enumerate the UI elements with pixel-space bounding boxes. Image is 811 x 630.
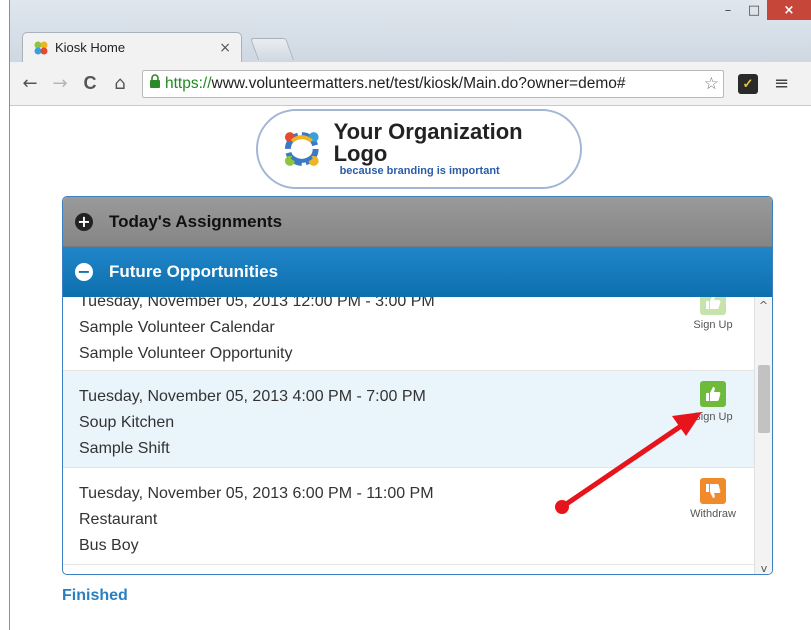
logo-people-icon xyxy=(284,132,319,166)
opportunity-datetime: Tuesday, November 05, 2013 6:00 PM - 11:… xyxy=(79,485,434,502)
opportunity-calendar: Soup Kitchen xyxy=(79,414,175,431)
list-item: Tuesday, November 05, 2013 6:00 PM - 11:… xyxy=(63,468,755,565)
organization-logo: Your Organization Logo because branding … xyxy=(256,109,582,189)
opportunity-role: Sample Volunteer Opportunity xyxy=(79,345,293,362)
scroll-down-icon[interactable]: v xyxy=(755,560,772,575)
withdraw-button[interactable]: Withdraw xyxy=(683,478,743,520)
opportunity-role: Sample Shift xyxy=(79,440,170,457)
tab-title: Kiosk Home xyxy=(55,40,126,55)
opportunity-calendar: Sample Volunteer Calendar xyxy=(79,319,275,336)
accordion-future-opportunities[interactable]: − Future Opportunities xyxy=(63,247,772,297)
minimize-button[interactable]: – xyxy=(715,0,741,20)
extension-icon[interactable]: ✓ xyxy=(738,73,758,94)
logo-tagline: because branding is important xyxy=(339,165,500,177)
expand-plus-icon: + xyxy=(75,212,93,231)
chrome-menu-icon[interactable]: ≡ xyxy=(774,73,789,94)
forward-arrow-icon[interactable]: → xyxy=(48,72,72,96)
close-window-button[interactable]: × xyxy=(767,0,811,20)
browser-tab[interactable]: Kiosk Home × xyxy=(22,32,242,62)
withdraw-label: Withdraw xyxy=(690,508,736,520)
thumbs-down-icon xyxy=(700,478,726,504)
sign-up-label: Sign Up xyxy=(693,319,733,331)
sign-up-button[interactable]: Sign Up xyxy=(683,297,743,331)
opportunity-calendar: Restaurant xyxy=(79,511,158,528)
new-tab-button[interactable] xyxy=(249,38,295,60)
accordion-label: Today's Assignments xyxy=(109,211,283,231)
reload-icon[interactable]: C xyxy=(78,72,102,96)
browser-window: – □ × Kiosk Home × ← → C ⌂ https://www.v… xyxy=(0,0,811,630)
sign-up-label: Sign Up xyxy=(693,411,733,423)
opportunity-datetime: Tuesday, November 05, 2013 4:00 PM - 7:0… xyxy=(79,388,426,405)
opportunity-role: Bus Boy xyxy=(79,537,139,554)
opportunity-datetime: Tuesday, November 05, 2013 12:00 PM - 3:… xyxy=(79,297,435,310)
window-controls: – □ × xyxy=(715,0,811,22)
address-bar[interactable]: https://www.volunteermatters.net/test/ki… xyxy=(142,69,724,98)
list-item: Tuesday, November 05, 2013 12:00 PM - 3:… xyxy=(63,297,755,371)
accordion-label: Future Opportunities xyxy=(109,262,279,281)
thumbs-up-icon xyxy=(700,381,726,407)
accordion-todays-assignments[interactable]: + Today's Assignments xyxy=(63,197,772,247)
url-text: www.volunteermatters.net/test/kiosk/Main… xyxy=(211,74,626,92)
finished-link[interactable]: Finished xyxy=(62,587,128,605)
sign-up-button[interactable]: Sign Up xyxy=(683,381,743,423)
back-arrow-icon[interactable]: ← xyxy=(18,72,42,96)
collapse-minus-icon: − xyxy=(75,263,93,281)
url-scheme: https:// xyxy=(165,74,212,92)
browser-toolbar: ← → C ⌂ https://www.volunteermatters.net… xyxy=(10,62,811,106)
list-scrollbar[interactable]: ^ v xyxy=(754,297,772,575)
bookmark-star-icon[interactable]: ☆ xyxy=(701,73,719,94)
list-item: Tuesday, November 05, 2013 4:00 PM - 7:0… xyxy=(63,371,755,468)
opportunity-list: Tuesday, November 05, 2013 12:00 PM - 3:… xyxy=(63,297,755,574)
page-content: Your Organization Logo because branding … xyxy=(10,107,811,630)
scroll-up-icon[interactable]: ^ xyxy=(755,297,772,313)
lock-icon xyxy=(149,74,161,93)
window-frame-left xyxy=(0,0,10,630)
home-icon[interactable]: ⌂ xyxy=(108,72,132,96)
assignments-panel: + Today's Assignments − Future Opportuni… xyxy=(62,196,773,575)
kiosk-favicon-icon xyxy=(33,40,49,56)
tab-close-icon[interactable]: × xyxy=(219,40,231,56)
maximize-button[interactable]: □ xyxy=(741,0,767,20)
scrollbar-thumb[interactable] xyxy=(758,365,770,433)
thumbs-up-icon xyxy=(700,297,726,315)
logo-title: Your Organization Logo xyxy=(333,119,523,166)
